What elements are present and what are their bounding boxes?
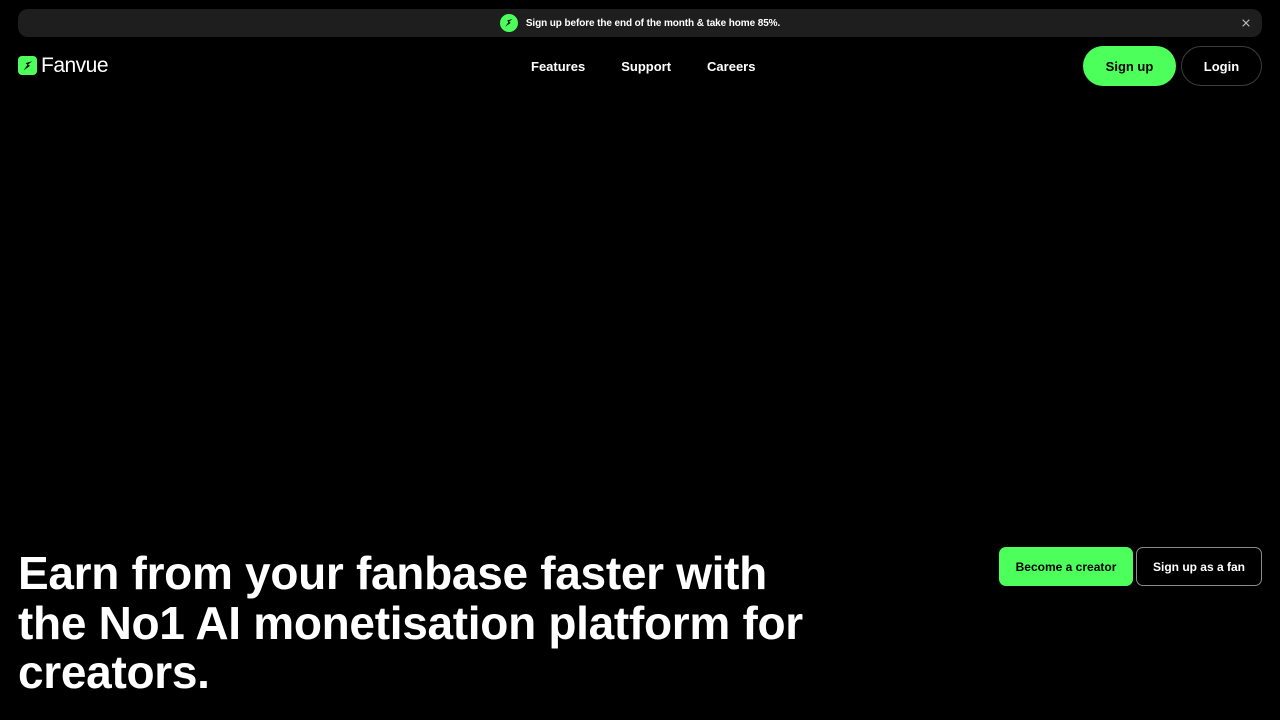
logo-icon [18,56,37,75]
become-creator-button[interactable]: Become a creator [999,547,1133,586]
nav-link-features[interactable]: Features [531,59,585,74]
close-icon[interactable] [1238,15,1254,31]
nav-link-careers[interactable]: Careers [707,59,755,74]
hero-actions: Become a creator Sign up as a fan [999,547,1262,586]
login-button[interactable]: Login [1181,46,1262,86]
fanvue-logo[interactable]: Fanvue [18,54,109,77]
hero-title: Earn from your fanbase faster with the N… [18,547,803,698]
announcement-content: Sign up before the end of the month & ta… [499,14,781,32]
signup-as-fan-button[interactable]: Sign up as a fan [1136,547,1262,586]
bolt-icon [499,14,518,32]
nav-link-support[interactable]: Support [621,59,671,74]
signup-button[interactable]: Sign up [1083,46,1176,86]
announcement-banner: Sign up before the end of the month & ta… [18,9,1262,37]
nav-actions: Sign up Login [1083,46,1262,86]
nav-links: Features Support Careers [531,46,755,86]
announcement-text: Sign up before the end of the month & ta… [525,17,781,29]
logo-wordmark: Fanvue [41,54,109,77]
top-navigation: Fanvue Features Support Careers Sign up … [18,46,1262,86]
